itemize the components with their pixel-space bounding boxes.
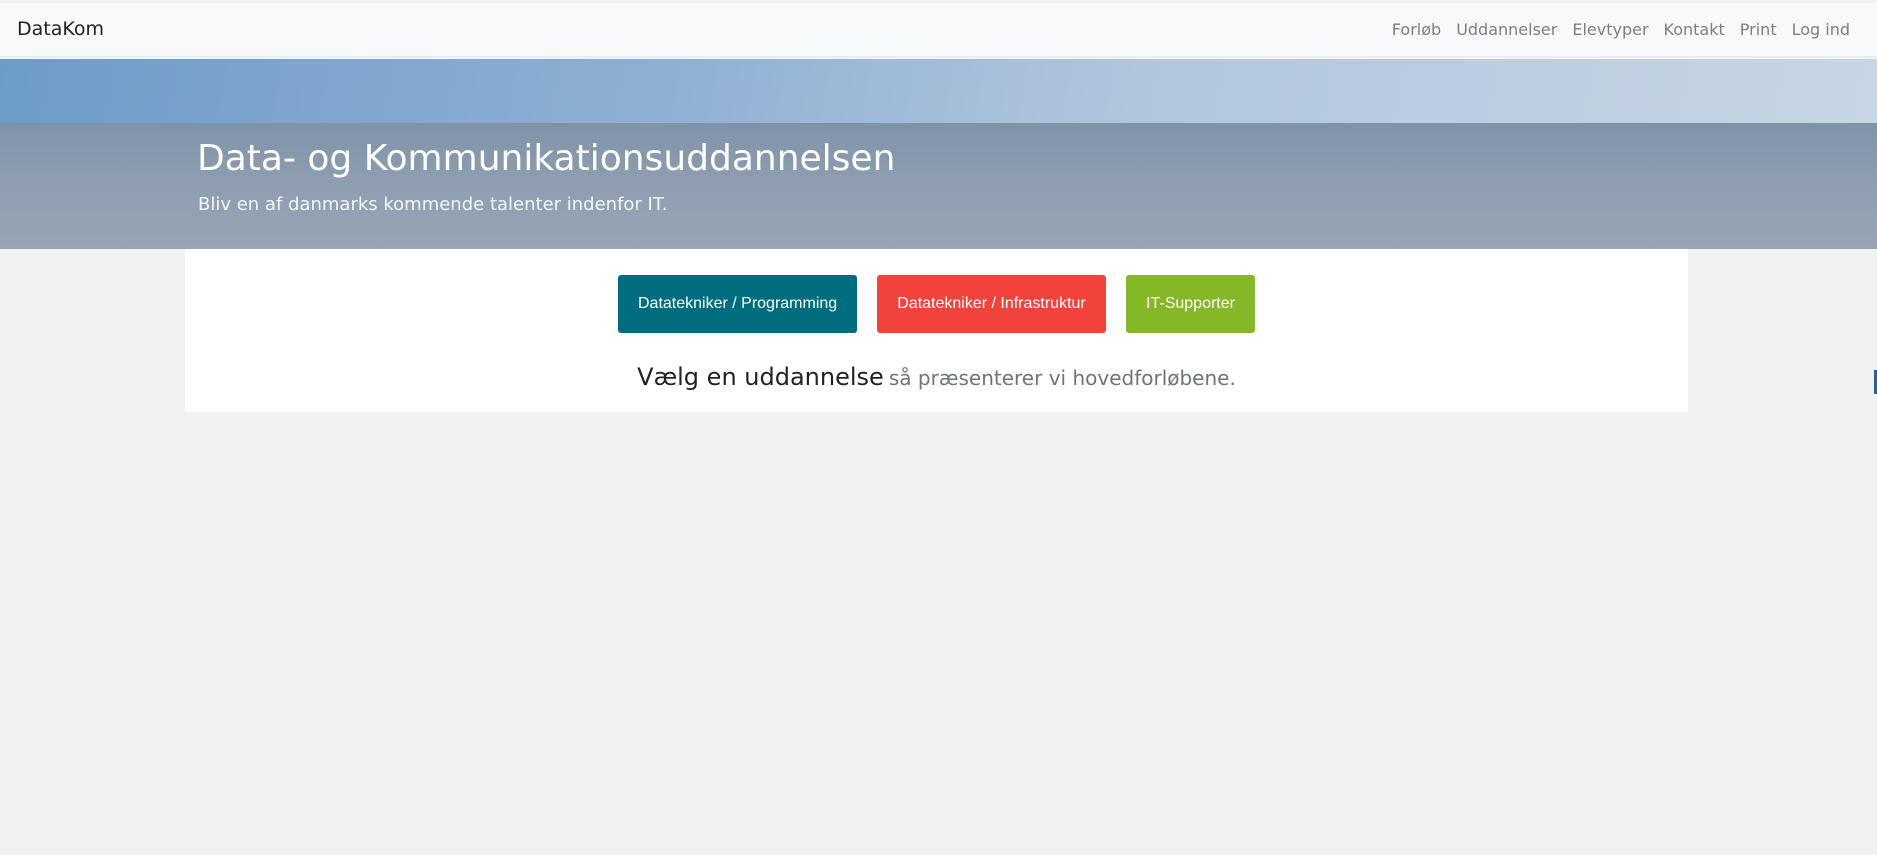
datatekniker-programming-button[interactable]: Datatekniker / Programming	[618, 275, 857, 333]
nav-link-login[interactable]: Log ind	[1792, 20, 1850, 39]
nav-item-login: Log ind	[1792, 20, 1850, 39]
top-navbar: DataKom Forløb Uddannelser Elevtyper Kon…	[0, 3, 1877, 57]
nav-item-forloeb: Forløb	[1392, 20, 1441, 39]
it-supporter-button[interactable]: IT-Supporter	[1126, 275, 1255, 333]
nav-link-print[interactable]: Print	[1740, 20, 1777, 39]
nav-link-uddannelser[interactable]: Uddannelser	[1456, 20, 1557, 39]
nav-item-uddannelser: Uddannelser	[1456, 20, 1557, 39]
page: DataKom Forløb Uddannelser Elevtyper Kon…	[0, 0, 1877, 855]
education-selector-card: Datatekniker / Programming Datatekniker …	[185, 249, 1688, 412]
education-button-group: Datatekniker / Programming Datatekniker …	[185, 275, 1688, 333]
nav-links: Forløb Uddannelser Elevtyper Kontakt Pri…	[1377, 3, 1850, 55]
nav-item-print: Print	[1740, 20, 1777, 39]
prompt-description: så præsenterer vi hovedforløbene.	[888, 366, 1236, 390]
nav-link-forloeb[interactable]: Forløb	[1392, 20, 1441, 39]
choose-education-prompt: Vælg en uddannelse så præsenterer vi hov…	[185, 363, 1688, 391]
hero-title: Data- og Kommunikationsuddannelsen	[197, 138, 896, 179]
datatekniker-infrastruktur-button[interactable]: Datatekniker / Infrastruktur	[877, 275, 1106, 333]
nav-link-kontakt[interactable]: Kontakt	[1664, 20, 1725, 39]
prompt-heading: Vælg en uddannelse	[637, 363, 884, 391]
nav-item-elevtyper: Elevtyper	[1572, 20, 1648, 39]
nav-item-kontakt: Kontakt	[1664, 20, 1725, 39]
brand-logo-link[interactable]: DataKom	[17, 3, 104, 55]
hero-subtitle: Bliv en af danmarks kommende talenter in…	[198, 194, 668, 215]
nav-link-elevtyper[interactable]: Elevtyper	[1572, 20, 1648, 39]
